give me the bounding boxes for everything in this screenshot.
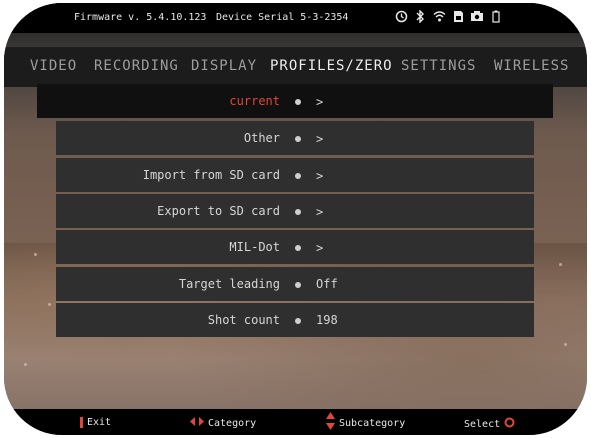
- firmware-version: Firmware v. 5.4.10.123: [74, 12, 207, 23]
- menu-item-value: Off: [316, 277, 338, 291]
- category-hint[interactable]: Category: [190, 417, 256, 429]
- tab-wireless[interactable]: WIRELESS: [494, 58, 569, 74]
- wifi-icon: [432, 9, 446, 23]
- dust-speck: [34, 253, 37, 256]
- tab-settings[interactable]: SETTINGS: [401, 58, 476, 74]
- dust-speck: [48, 303, 51, 306]
- status-bar: Firmware v. 5.4.10.123 Device Serial 5-3…: [4, 3, 587, 33]
- bullet-icon: [295, 209, 301, 215]
- category-label: Category: [208, 417, 257, 429]
- category-tabs: VIDEO RECORDING DISPLAY PROFILES/ZERO SE…: [4, 47, 587, 87]
- menu-item-mil-dot[interactable]: MIL-Dot >: [56, 230, 534, 264]
- exit-label: Exit: [87, 417, 112, 428]
- chevron-right-icon: >: [316, 132, 324, 146]
- bluetooth-icon: [413, 9, 427, 23]
- chevron-right-icon: >: [316, 169, 324, 183]
- chevron-right-icon: >: [316, 241, 324, 255]
- menu-item-label: Shot count: [207, 313, 280, 327]
- camera-icon: [470, 9, 484, 23]
- bullet-icon: [295, 245, 301, 251]
- menu-item-export-sd[interactable]: Export to SD card >: [56, 194, 534, 228]
- bullet-icon: [295, 173, 301, 179]
- bullet-icon: [295, 136, 301, 142]
- dust-speck: [559, 263, 562, 266]
- menu-item-label: Export to SD card: [157, 204, 280, 218]
- chevron-right-icon: >: [316, 95, 324, 109]
- timer-icon: [394, 9, 408, 23]
- menu-item-current[interactable]: current >: [37, 84, 553, 118]
- menu-item-import-sd[interactable]: Import from SD card >: [56, 158, 534, 192]
- menu-item-shot-count[interactable]: Shot count 198: [56, 303, 534, 337]
- dust-speck: [564, 343, 567, 346]
- tab-video[interactable]: VIDEO: [30, 58, 77, 74]
- menu-item-label: Target leading: [178, 277, 280, 291]
- menu-item-label: Import from SD card: [142, 168, 280, 182]
- select-label: Select: [464, 418, 501, 430]
- subcategory-label: Subcategory: [339, 418, 406, 429]
- battery-icon: [489, 9, 503, 23]
- exit-hint[interactable]: Exit: [80, 417, 111, 428]
- exit-button-icon: [80, 417, 83, 428]
- tab-profiles-zero[interactable]: PROFILES/ZERO: [270, 58, 393, 74]
- bullet-icon: [295, 282, 301, 288]
- subcategory-hint[interactable]: Subcategory: [326, 412, 405, 433]
- menu-item-target-leading[interactable]: Target leading Off: [56, 267, 534, 301]
- select-circle-icon: [504, 417, 515, 431]
- left-right-arrows-icon: [190, 417, 204, 429]
- select-hint[interactable]: Select: [464, 417, 515, 431]
- scope-screen: Firmware v. 5.4.10.123 Device Serial 5-3…: [4, 3, 587, 435]
- dust-speck: [24, 363, 27, 366]
- menu-item-value: 198: [316, 313, 338, 327]
- tab-display[interactable]: DISPLAY: [191, 58, 257, 74]
- bottom-hint-bar: Exit Category Subcategory Select: [4, 409, 587, 435]
- device-serial: Device Serial 5-3-2354: [216, 12, 349, 23]
- bullet-icon: [295, 318, 301, 324]
- up-down-arrows-icon: [326, 412, 335, 433]
- bullet-icon: [295, 99, 301, 105]
- chevron-right-icon: >: [316, 205, 324, 219]
- status-icons: [394, 9, 503, 23]
- menu-item-label: MIL-Dot: [229, 240, 280, 254]
- menu-item-label: current: [229, 94, 280, 108]
- menu-item-label: Other: [243, 131, 280, 145]
- menu-item-other[interactable]: Other >: [56, 121, 534, 155]
- sd-card-icon: [451, 9, 465, 23]
- tab-recording[interactable]: RECORDING: [94, 58, 179, 74]
